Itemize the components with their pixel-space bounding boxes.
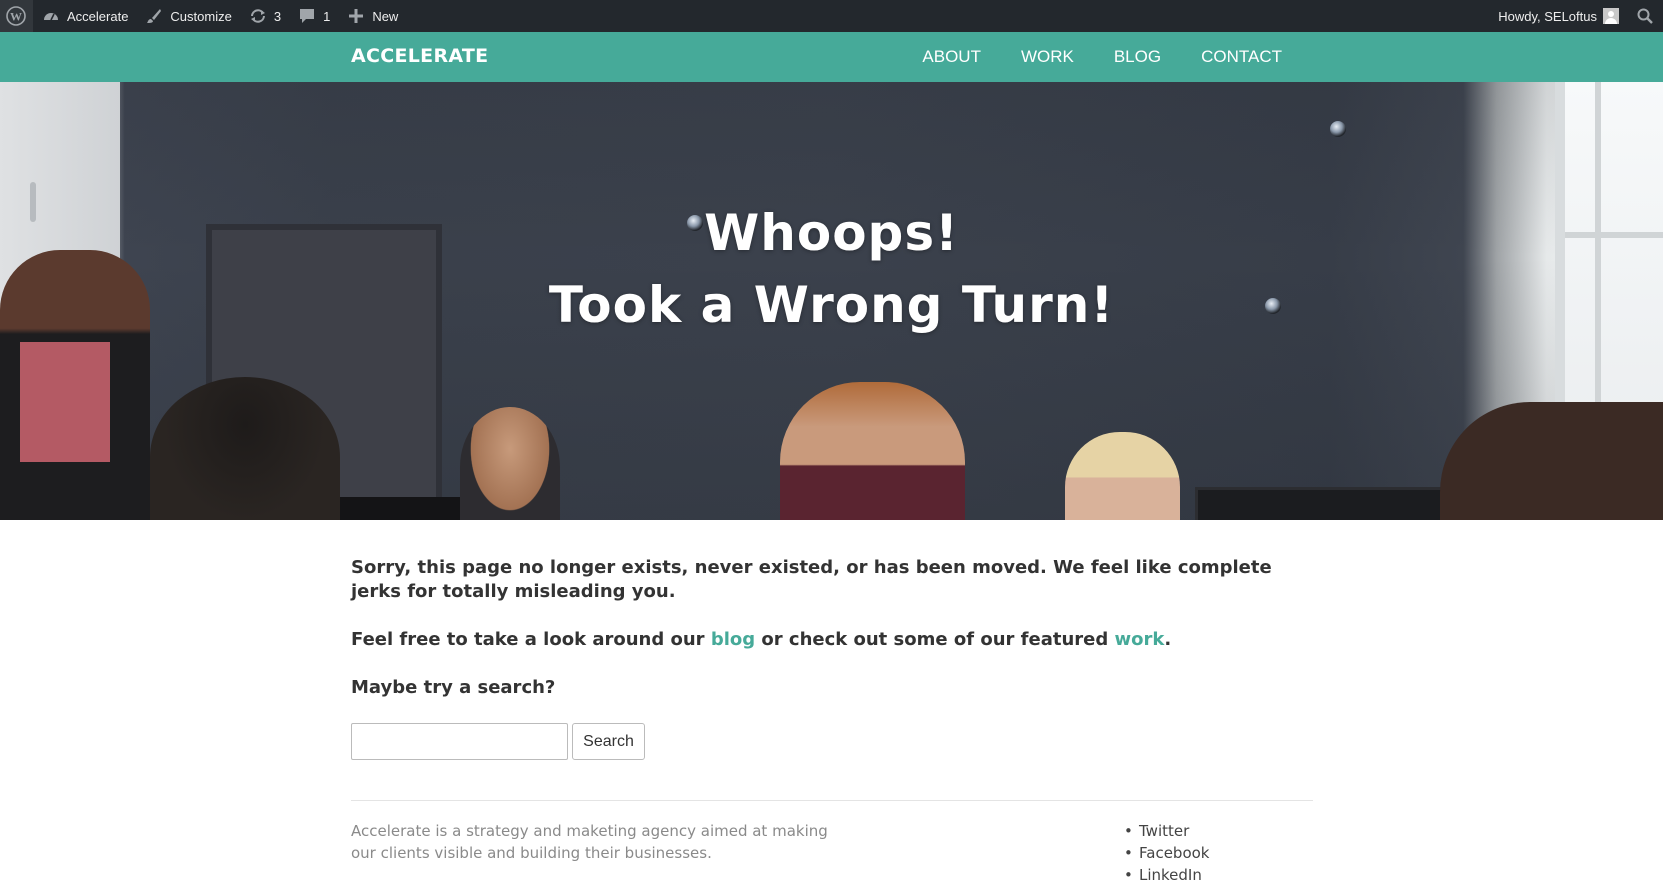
footer-about-text: Accelerate is a strategy and maketing ag… <box>351 822 828 862</box>
suggestion-prefix: Feel free to take a look around our <box>351 629 711 650</box>
comment-icon <box>297 6 317 26</box>
admin-bar: W Accelerate Customize 3 1 New Howdy, SE… <box>0 0 1663 32</box>
hero-photo-person <box>460 407 560 520</box>
nav-work[interactable]: WORK <box>1021 47 1074 67</box>
plus-icon <box>346 6 366 26</box>
nav-contact[interactable]: CONTACT <box>1201 47 1282 67</box>
suggestion-middle: or check out some of our featured <box>755 629 1115 650</box>
svg-text:W: W <box>10 10 22 24</box>
page-title-line-1: Whoops! <box>704 204 959 262</box>
hero-banner: Whoops! Took a Wrong Turn! <box>0 82 1663 520</box>
main-navigation: ABOUT WORK BLOG CONTACT <box>882 32 1282 82</box>
admin-bar-right: Howdy, SELoftus <box>1490 0 1663 32</box>
search-button[interactable]: Search <box>572 723 645 760</box>
dashboard-icon <box>41 6 61 26</box>
hero-photo-lamp <box>1330 121 1346 137</box>
wordpress-icon: W <box>6 6 26 26</box>
customize-label: Customize <box>170 8 232 24</box>
admin-search-button[interactable] <box>1627 0 1663 32</box>
search-prompt: Maybe try a search? <box>351 677 556 698</box>
comments-link[interactable]: 1 <box>289 0 338 32</box>
blog-link[interactable]: blog <box>711 629 755 650</box>
brush-icon <box>144 6 164 26</box>
page-title: Whoops! Took a Wrong Turn! <box>0 197 1663 341</box>
social-link-facebook[interactable]: Facebook <box>1122 842 1209 864</box>
site-name-label: Accelerate <box>67 8 129 24</box>
suggestion-text: Feel free to take a look around our blog… <box>351 628 1313 652</box>
admin-bar-left: W Accelerate Customize 3 1 New <box>0 0 406 32</box>
search-input[interactable] <box>351 723 568 760</box>
nav-about[interactable]: ABOUT <box>922 47 981 67</box>
hero-photo-monitor <box>1195 487 1460 520</box>
comments-count: 1 <box>323 8 331 24</box>
updates-link[interactable]: 3 <box>240 0 289 32</box>
hero-photo-person-shirt <box>20 342 110 462</box>
new-label: New <box>372 8 399 24</box>
nav-blog[interactable]: BLOG <box>1114 47 1161 67</box>
new-content-menu[interactable]: New <box>338 0 406 32</box>
social-link-linkedin[interactable]: LinkedIn <box>1122 864 1209 886</box>
hero-photo-person <box>1440 402 1663 520</box>
avatar <box>1603 8 1619 24</box>
social-link-twitter[interactable]: Twitter <box>1122 820 1209 842</box>
suggestion-suffix: . <box>1164 629 1172 650</box>
updates-icon <box>248 6 268 26</box>
footer-social-links: Twitter Facebook LinkedIn <box>1122 820 1209 886</box>
site-header: ACCELERATE ABOUT WORK BLOG CONTACT <box>0 32 1663 82</box>
work-link[interactable]: work <box>1115 629 1165 650</box>
search-icon <box>1635 6 1655 26</box>
not-found-message: Sorry, this page no longer exists, never… <box>351 557 1272 602</box>
page-title-line-2: Took a Wrong Turn! <box>548 276 1115 334</box>
howdy-label: Howdy, SELoftus <box>1498 8 1597 24</box>
customize-link[interactable]: Customize <box>136 0 239 32</box>
updates-count: 3 <box>273 8 282 24</box>
site-title[interactable]: ACCELERATE <box>351 32 488 82</box>
search-form: Search <box>351 723 645 760</box>
hero-photo-person <box>780 382 965 520</box>
site-name-menu[interactable]: Accelerate <box>33 0 136 32</box>
footer-divider <box>351 800 1313 801</box>
hero-photo-person <box>1065 432 1180 520</box>
wp-logo-menu[interactable]: W <box>0 0 33 32</box>
my-account-menu[interactable]: Howdy, SELoftus <box>1490 0 1627 32</box>
